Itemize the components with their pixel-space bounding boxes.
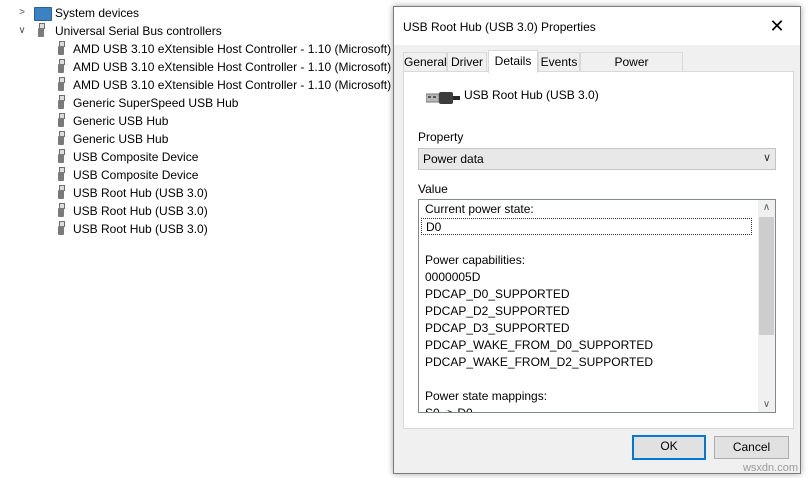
value-row[interactable]: PDCAP_WAKE_FROM_D0_SUPPORTED: [425, 337, 653, 354]
value-row[interactable]: PDCAP_D2_SUPPORTED: [425, 303, 570, 320]
tab-power-management[interactable]: Power Management: [580, 52, 683, 88]
usb-icon: [57, 77, 65, 93]
usb-icon: [57, 167, 65, 183]
chevron-down-icon[interactable]: ∨: [16, 22, 28, 40]
usb-icon: [57, 59, 65, 75]
ok-button[interactable]: OK: [632, 435, 706, 460]
property-label: Property: [418, 130, 464, 144]
tree-label: System devices: [55, 6, 140, 20]
usb-plug-icon: [426, 92, 460, 104]
tree-item-label: Generic SuperSpeed USB Hub: [73, 96, 239, 110]
value-row[interactable]: S0 -> D0: [425, 405, 473, 412]
system-devices-icon: [34, 7, 52, 21]
tree-item-label: AMD USB 3.10 eXtensible Host Controller …: [73, 42, 392, 56]
vertical-scrollbar[interactable]: ∧ ∨: [758, 200, 775, 412]
usb-icon: [37, 23, 45, 39]
device-tree: > System devices ∨ Universal Serial Bus …: [0, 0, 395, 478]
usb-icon: [57, 185, 65, 201]
close-button[interactable]: ✕: [754, 7, 800, 45]
value-row[interactable]: Power state mappings:: [425, 388, 547, 405]
details-panel: USB Root Hub (USB 3.0) Property Power da…: [403, 71, 794, 429]
tree-label: Universal Serial Bus controllers: [55, 24, 222, 38]
cancel-button[interactable]: Cancel: [714, 436, 789, 459]
tree-item-label: USB Composite Device: [73, 150, 199, 164]
tab-events[interactable]: Events: [538, 52, 580, 72]
value-row[interactable]: PDCAP_D3_SUPPORTED: [425, 320, 570, 337]
dialog-title: USB Root Hub (USB 3.0) Properties: [403, 20, 596, 34]
tree-item-label: USB Root Hub (USB 3.0): [73, 204, 208, 218]
value-row[interactable]: PDCAP_D0_SUPPORTED: [425, 286, 570, 303]
tree-item-label: Generic USB Hub: [73, 132, 169, 146]
value-label: Value: [418, 182, 448, 196]
tree-item-label: AMD USB 3.10 eXtensible Host Controller …: [73, 78, 392, 92]
value-list[interactable]: Current power state: D0 Power capabilities…: [418, 199, 776, 413]
property-value: Power data: [423, 152, 484, 166]
usb-icon: [57, 149, 65, 165]
value-row[interactable]: 0000005D: [425, 269, 480, 286]
scroll-down-icon[interactable]: ∨: [758, 399, 775, 410]
tree-item-label: USB Root Hub (USB 3.0): [73, 222, 208, 236]
value-row-selected[interactable]: D0: [421, 218, 752, 235]
tree-item-label: USB Composite Device: [73, 168, 199, 182]
usb-icon: [57, 221, 65, 237]
title-bar[interactable]: USB Root Hub (USB 3.0) Properties ✕: [394, 7, 800, 45]
usb-icon: [57, 131, 65, 147]
usb-icon: [57, 41, 65, 57]
value-row[interactable]: Power capabilities:: [425, 252, 525, 269]
device-name: USB Root Hub (USB 3.0): [464, 88, 599, 102]
property-dropdown[interactable]: Power data ∨: [418, 148, 776, 170]
tab-general[interactable]: General: [403, 52, 447, 72]
properties-dialog: USB Root Hub (USB 3.0) Properties ✕ Gene…: [393, 6, 801, 474]
scroll-up-icon[interactable]: ∧: [758, 202, 775, 213]
watermark: wsxdn.com: [742, 462, 798, 474]
chevron-right-icon[interactable]: >: [16, 4, 28, 22]
tab-details[interactable]: Details: [488, 50, 538, 73]
value-row[interactable]: Current power state:: [425, 201, 534, 218]
usb-icon: [57, 203, 65, 219]
usb-icon: [57, 113, 65, 129]
usb-icon: [57, 95, 65, 111]
tab-driver[interactable]: Driver: [447, 52, 487, 72]
tree-item-label: Generic USB Hub: [73, 114, 169, 128]
chevron-down-icon[interactable]: ∨: [763, 151, 771, 164]
tree-item-label: AMD USB 3.10 eXtensible Host Controller …: [73, 60, 392, 74]
scroll-thumb[interactable]: [759, 217, 774, 335]
value-row[interactable]: PDCAP_WAKE_FROM_D2_SUPPORTED: [425, 354, 653, 371]
tree-item-label: USB Root Hub (USB 3.0): [73, 186, 208, 200]
